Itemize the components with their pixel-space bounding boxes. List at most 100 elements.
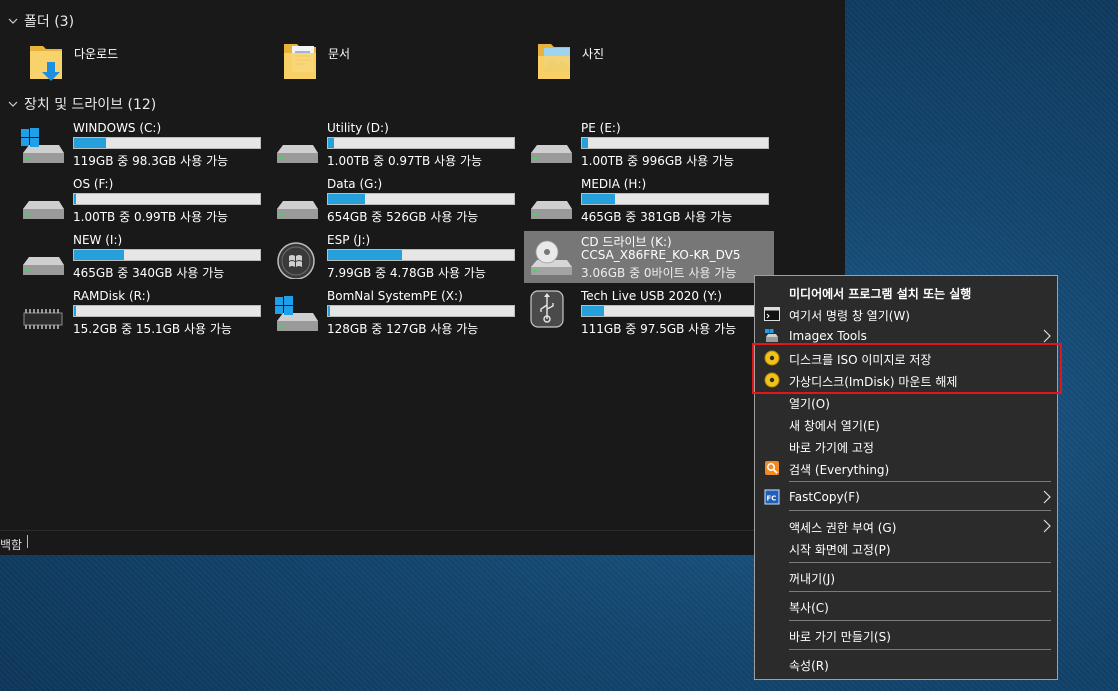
drive-usage-fill (328, 138, 334, 148)
drive-name: OS (F:) (73, 177, 114, 191)
folder-label: 문서 (328, 47, 351, 61)
folders-section-header[interactable]: 폴더 (3) (8, 11, 74, 31)
drive-usage-fill (74, 250, 125, 260)
drive-space-info: 128GB 중 127GB 사용 가능 (327, 322, 479, 336)
menu-item-label: Imagex Tools (789, 329, 867, 343)
highlight-annotation-box (752, 343, 1062, 394)
usb-drive-icon (530, 290, 564, 328)
drive-usage-bar (73, 137, 261, 149)
imagex-icon (765, 329, 778, 342)
folder-label: 다운로드 (74, 47, 119, 61)
menu-item-search-everything[interactable]: 검색 (Everything) (755, 457, 1057, 479)
drive-usage-bar (581, 305, 769, 317)
drive-space-info: 465GB 중 340GB 사용 가능 (73, 266, 225, 280)
menu-item-create-shortcut[interactable]: 바로 가기 만들기(S) (755, 624, 1057, 646)
menu-item-open-new-window[interactable]: 새 창에서 열기(E) (755, 413, 1057, 435)
drive-usage-fill (582, 138, 588, 148)
folders-header-label: 폴더 (3) (24, 14, 75, 30)
drive-space-info: 7.99GB 중 4.78GB 사용 가능 (327, 266, 486, 280)
drive-space-info: 111GB 중 97.5GB 사용 가능 (581, 322, 737, 336)
chevron-right-icon (1043, 329, 1051, 343)
hard-drive-icon (277, 145, 318, 163)
menu-item-pin-quick-access[interactable]: 바로 가기에 고정 (755, 435, 1057, 457)
menu-item-label: 새 창에서 열기(E) (789, 419, 880, 433)
drive-space-info: 465GB 중 381GB 사용 가능 (581, 210, 733, 224)
menu-item-properties[interactable]: 속성(R) (755, 653, 1057, 675)
drive-name: ESP (J:) (327, 233, 371, 247)
drives-section-header[interactable]: 장치 및 드라이브 (12) (8, 94, 156, 114)
drive-y[interactable]: Tech Live USB 2020 (Y:) 111GB 중 97.5GB 사… (527, 289, 777, 339)
menu-item-label: 바로 가기에 고정 (789, 441, 874, 455)
drive-usage-bar (327, 137, 515, 149)
drive-usage-bar (327, 305, 515, 317)
file-explorer-window: 폴더 (3) 다운로드 문서 사진 장치 및 드라이브 (12) WINDOWS… (0, 0, 845, 555)
drive-volume-label: CCSA_X86FRE_KO-KR_DV5 (581, 248, 741, 262)
drive-usage-bar (581, 193, 769, 205)
drive-f[interactable]: OS (F:) 1.00TB 중 0.99TB 사용 가능 (19, 177, 269, 227)
drive-j[interactable]: ESP (J:) 7.99GB 중 4.78GB 사용 가능 (273, 233, 523, 283)
status-text: 백함 (0, 538, 23, 552)
menu-item-label: 열기(O) (789, 397, 830, 411)
menu-item-open[interactable]: 열기(O) (755, 391, 1057, 413)
menu-item-copy[interactable]: 복사(C) (755, 595, 1057, 617)
menu-item-label: 시작 화면에 고정(P) (789, 543, 891, 557)
menu-item-label: 복사(C) (789, 601, 829, 615)
windows-drive-icon (275, 296, 318, 331)
drive-space-info: 15.2GB 중 15.1GB 사용 가능 (73, 322, 232, 336)
menu-item-eject[interactable]: 꺼내기(J) (755, 566, 1057, 588)
drive-r[interactable]: RAMDisk (R:) 15.2GB 중 15.1GB 사용 가능 (19, 289, 269, 339)
drive-usage-fill (328, 306, 330, 316)
menu-item-label: 바로 가기 만들기(S) (789, 630, 891, 644)
menu-item-open-command-window[interactable]: 여기서 명령 창 열기(W) (755, 303, 1057, 325)
drive-i[interactable]: NEW (I:) 465GB 중 340GB 사용 가능 (19, 233, 269, 283)
svg-text:FC: FC (767, 495, 777, 503)
drive-usage-bar (73, 249, 261, 261)
status-divider (27, 535, 28, 548)
hard-drive-icon (23, 257, 64, 275)
cd-drive-icon (531, 240, 572, 275)
menu-item-pin-start[interactable]: 시작 화면에 고정(P) (755, 537, 1057, 559)
hard-drive-icon (531, 145, 572, 163)
drive-e[interactable]: PE (E:) 1.00TB 중 996GB 사용 가능 (527, 121, 777, 171)
drive-usage-fill (328, 194, 366, 204)
menu-item-install-or-run[interactable]: 미디어에서 프로그램 설치 또는 실행 (755, 281, 1057, 303)
drive-usage-bar (73, 305, 261, 317)
drive-usage-fill (74, 138, 106, 148)
drive-space-info: 1.00TB 중 0.97TB 사용 가능 (327, 154, 483, 168)
chevron-down-icon (8, 101, 18, 107)
drive-name: WINDOWS (C:) (73, 121, 162, 135)
menu-separator (789, 649, 1051, 650)
menu-separator (789, 510, 1051, 511)
drive-space-info: 3.06GB 중 0바이트 사용 가능 (581, 266, 737, 280)
menu-item-label: 꺼내기(J) (789, 572, 836, 586)
drive-space-info: 1.00TB 중 0.99TB 사용 가능 (73, 210, 229, 224)
menu-separator (789, 620, 1051, 621)
drive-k-cd[interactable]: CD 드라이브 (K:) CCSA_X86FRE_KO-KR_DV5 3.06G… (524, 231, 774, 283)
pictures-folder-icon (538, 44, 570, 79)
menu-item-label: 속성(R) (789, 659, 829, 673)
drive-name: MEDIA (H:) (581, 177, 647, 191)
drive-x[interactable]: BomNal SystemPE (X:) 128GB 중 127GB 사용 가능 (273, 289, 523, 339)
menu-item-label: FastCopy(F) (789, 490, 860, 504)
drive-usage-fill (582, 194, 616, 204)
command-prompt-icon (764, 307, 780, 321)
menu-separator (789, 591, 1051, 592)
drive-usage-fill (74, 306, 76, 316)
drive-name: NEW (I:) (73, 233, 123, 247)
drive-h[interactable]: MEDIA (H:) 465GB 중 381GB 사용 가능 (527, 177, 777, 227)
drive-space-info: 119GB 중 98.3GB 사용 가능 (73, 154, 229, 168)
menu-item-label: 검색 (Everything) (789, 463, 890, 477)
windows-drive-icon (21, 128, 64, 163)
drive-usage-fill (582, 306, 605, 316)
menu-item-label: 액세스 권한 부여 (G) (789, 521, 897, 535)
windows-logo-disk-icon (277, 242, 315, 279)
drive-g[interactable]: Data (G:) 654GB 중 526GB 사용 가능 (273, 177, 523, 227)
hard-drive-icon (277, 201, 318, 219)
chevron-right-icon (1043, 519, 1051, 533)
ram-chip-icon (23, 309, 63, 329)
drive-d[interactable]: Utility (D:) 1.00TB 중 0.97TB 사용 가능 (273, 121, 523, 171)
menu-item-fastcopy[interactable]: FC FastCopy(F) (755, 486, 1057, 508)
menu-item-give-access[interactable]: 액세스 권한 부여 (G) (755, 515, 1057, 537)
chevron-right-icon (1043, 490, 1051, 504)
drive-c[interactable]: WINDOWS (C:) 119GB 중 98.3GB 사용 가능 (19, 121, 269, 171)
